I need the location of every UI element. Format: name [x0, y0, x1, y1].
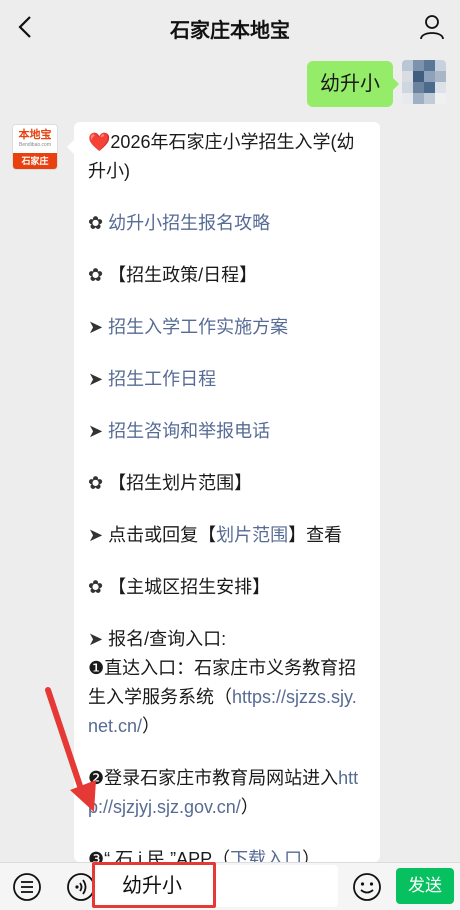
entry-title: ➤ 报名/查询入口: — [88, 629, 227, 649]
arrow-icon: ➤ — [88, 629, 104, 649]
bot-site-text: Bendibao.com — [19, 142, 51, 148]
flower-icon: ✿ — [88, 265, 104, 285]
flower-icon: ✿ — [88, 473, 104, 493]
bot-logo-text: 本地宝 — [18, 129, 52, 141]
chat-input-bar: 幼升小 发送 — [0, 862, 460, 910]
flower-icon: ✿ — [88, 577, 104, 597]
phone-item: ➤ 招生咨询和举报电话 — [88, 417, 366, 446]
arrow-icon: ➤ — [88, 525, 104, 545]
bot-message-bubble: ❤️2026年石家庄小学招生入学(幼升小) ✿ 幼升小招生报名攻略 ✿ 【招生政… — [74, 122, 380, 862]
message-heading: ❤️2026年石家庄小学招生入学(幼升小) — [88, 132, 355, 181]
zoning-link[interactable]: 划片范围 — [216, 525, 288, 545]
phone-link[interactable]: 招生咨询和举报电话 — [108, 421, 270, 441]
guide-link[interactable]: 幼升小招生报名攻略 — [108, 213, 270, 233]
schedule-item: ➤ 招生工作日程 — [88, 365, 366, 394]
emoji-icon[interactable] — [352, 872, 382, 902]
bot-city-text: 石家庄 — [13, 153, 57, 169]
main-section: ✿ 【主城区招生安排】 — [88, 577, 271, 597]
user-message-bubble: 幼升小 — [307, 61, 399, 107]
entry-3: ❸“ 石 i 民 ”APP（下载入口） — [88, 845, 366, 862]
user-avatar — [402, 60, 446, 104]
send-button[interactable]: 发送 — [396, 868, 454, 904]
zoning-section: ✿ 【招生划片范围】 — [88, 473, 253, 493]
guide-item: ✿ 幼升小招生报名攻略 — [88, 209, 366, 238]
entry-2: ❷登录石家庄市教育局网站进入http://sjzjyj.sjz.gov.cn/） — [88, 768, 359, 817]
entry-1: ❶直达入口：石家庄市义务教育招生入学服务系统（https://sjzzs.sjy… — [88, 658, 357, 736]
menu-icon[interactable] — [12, 872, 42, 902]
heart-icon: ❤️ — [88, 132, 111, 152]
arrow-icon: ➤ — [88, 369, 104, 389]
plan-item: ➤ 招生入学工作实施方案 — [88, 313, 366, 342]
policy-section: ✿ 【招生政策/日程】 — [88, 265, 258, 285]
bot-avatar[interactable]: 本地宝 Bendibao.com 石家庄 — [12, 124, 58, 170]
message-input[interactable]: 幼升小 — [92, 865, 338, 907]
person-icon[interactable] — [418, 13, 446, 41]
bot-bubble-tail — [67, 140, 74, 154]
zoning-item: ➤ 点击或回复【划片范围】查看 — [88, 525, 343, 545]
schedule-link[interactable]: 招生工作日程 — [108, 369, 216, 389]
plan-link[interactable]: 招生入学工作实施方案 — [108, 317, 288, 337]
arrow-icon: ➤ — [88, 317, 104, 337]
arrow-icon: ➤ — [88, 421, 104, 441]
download-link[interactable]: 下载入口 — [230, 849, 302, 862]
chat-header: 石家庄本地宝 — [0, 0, 460, 54]
flower-icon: ✿ — [88, 213, 104, 233]
chat-title: 石家庄本地宝 — [170, 20, 290, 42]
